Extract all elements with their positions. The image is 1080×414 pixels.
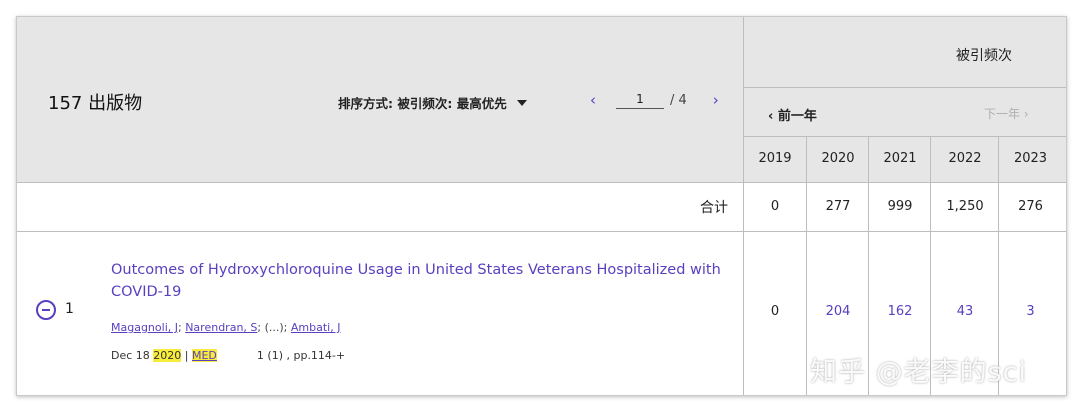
pub-year: 2020 xyxy=(153,349,182,362)
year-header: 2020 xyxy=(806,137,869,182)
total-cell: 1,250 xyxy=(930,183,999,231)
watermark: 知乎 @老李的sci xyxy=(810,357,1027,388)
prev-page-icon[interactable]: ‹ xyxy=(584,91,602,109)
citation-title-cell: 被引频次 xyxy=(744,17,1066,88)
total-cell: 0 xyxy=(770,199,780,214)
prev-year-button[interactable]: ‹ 前一年 xyxy=(768,105,817,124)
year-header: 2023 xyxy=(998,137,1062,182)
results-header: 157 出版物 排序方式: 被引频次: 最高优先 ‹ / 4 › xyxy=(17,17,743,183)
totals-row-label-cell: 合计 xyxy=(17,183,743,232)
results-panel: 157 出版物 排序方式: 被引频次: 最高优先 ‹ / 4 › 被引频次 ‹ … xyxy=(16,16,1067,396)
record-number: 1 xyxy=(65,301,74,317)
citation-title: 被引频次 xyxy=(956,48,1012,64)
chevron-down-icon xyxy=(516,99,527,106)
next-page-icon[interactable]: › xyxy=(707,91,725,109)
sort-dropdown[interactable]: 排序方式: 被引频次: 最高优先 xyxy=(338,93,527,112)
year-header-row: 2019 2020 2021 2022 2023 xyxy=(744,137,1066,182)
meta-separator: | xyxy=(181,349,192,362)
total-cell: 999 xyxy=(868,183,931,231)
citation-cell: 0 xyxy=(770,304,780,319)
record-meta: Dec 18 2020 | MED 1 (1) , pp.114-+ xyxy=(111,349,345,362)
total-cell: 276 xyxy=(998,183,1062,231)
totals-row: 0 277 999 1,250 276 xyxy=(743,183,1066,232)
author-link[interactable]: Narendran, S xyxy=(185,321,257,334)
author-link[interactable]: Magagnoli, J xyxy=(111,321,178,334)
collapse-icon[interactable] xyxy=(36,300,56,320)
author-list: Magagnoli, J; Narendran, S; (...); Ambat… xyxy=(111,321,340,334)
year-header: 2019 xyxy=(758,151,792,166)
record-row: 1 Outcomes of Hydroxychloroquine Usage i… xyxy=(17,232,743,395)
page-total: / 4 xyxy=(670,92,687,108)
pagination: ‹ / 4 › xyxy=(584,91,725,109)
year-navigation: ‹ 前一年 下一年 › xyxy=(744,88,1066,137)
record-title-link[interactable]: Outcomes of Hydroxychloroquine Usage in … xyxy=(111,259,731,303)
sort-label: 排序方式: 被引频次: 最高优先 xyxy=(338,96,507,111)
source-link[interactable]: MED xyxy=(191,349,217,362)
pub-date: Dec 18 xyxy=(111,349,154,362)
author-ellipsis: ; (...); xyxy=(257,321,291,334)
volume-pages: 1 (1) , pp.114-+ xyxy=(256,349,346,362)
year-header: 2022 xyxy=(930,137,999,182)
citation-header: 被引频次 ‹ 前一年 下一年 › 2019 2020 2021 2022 202… xyxy=(743,17,1066,183)
year-header: 2021 xyxy=(868,137,931,182)
total-label: 合计 xyxy=(700,200,728,216)
total-cell: 277 xyxy=(806,183,869,231)
next-year-button[interactable]: 下一年 › xyxy=(984,105,1029,122)
result-count: 157 出版物 xyxy=(48,93,143,114)
author-link[interactable]: Ambati, J xyxy=(291,321,341,334)
page-number-input[interactable] xyxy=(616,91,664,109)
